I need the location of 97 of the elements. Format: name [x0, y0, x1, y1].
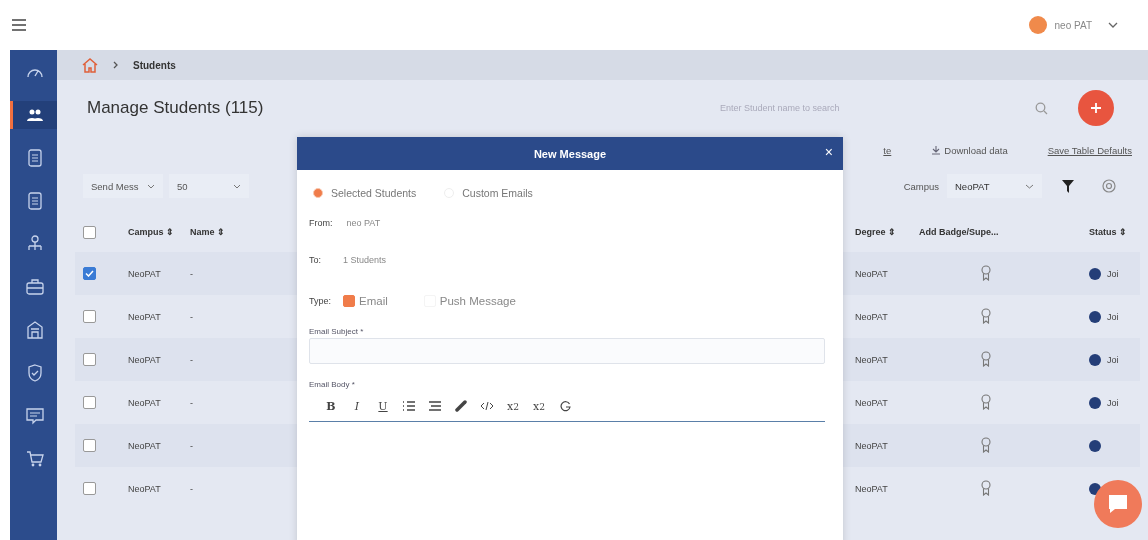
home-icon[interactable]: [81, 57, 99, 73]
building-icon: [26, 321, 44, 339]
campus-label: Campus: [903, 180, 939, 192]
cart-icon: [26, 450, 44, 468]
badge-icon[interactable]: [981, 479, 991, 496]
badge-icon[interactable]: [981, 350, 991, 367]
chevron-down-icon: [147, 183, 155, 189]
checkbox[interactable]: [83, 310, 96, 323]
table-cell: NeoPAT: [855, 311, 888, 322]
code-icon: [481, 402, 493, 410]
status-text: Joi: [1107, 268, 1119, 279]
checkbox[interactable]: [83, 482, 96, 495]
close-button[interactable]: ×: [822, 144, 835, 160]
table-cell: -: [190, 483, 193, 494]
numbered-list-icon: [403, 400, 415, 412]
chat-icon: [26, 407, 44, 425]
menu-icon[interactable]: [12, 19, 26, 31]
column-header[interactable]: Campus ⇕: [128, 227, 174, 237]
checkbox[interactable]: [83, 353, 96, 366]
type-checkbox[interactable]: Push Message: [423, 294, 516, 307]
download-icon[interactable]: [931, 145, 942, 155]
save-defaults-link[interactable]: Save Table Defaults: [1047, 144, 1132, 156]
status-text: Joi: [1107, 311, 1119, 322]
checkbox[interactable]: [83, 439, 96, 452]
table-cell: -: [190, 397, 193, 408]
document-icon: [28, 192, 42, 210]
subject-label: Email Subject *: [309, 327, 365, 336]
column-header[interactable]: Add Badge/Supe...: [919, 227, 999, 237]
chevron-right-icon: [113, 61, 119, 69]
checkbox[interactable]: [83, 225, 96, 239]
people-icon: [26, 108, 44, 122]
format-button[interactable]: B: [323, 397, 339, 415]
recipient-radio[interactable]: Selected Students: [313, 187, 417, 199]
add-button[interactable]: [1078, 90, 1114, 126]
table-cell: NeoPAT: [855, 397, 888, 408]
chevron-down-icon[interactable]: [1108, 22, 1118, 28]
column-header[interactable]: Name ⇕: [190, 227, 225, 237]
table-cell: -: [190, 268, 193, 279]
chevron-down-icon: [233, 183, 241, 189]
table-cell: NeoPAT: [128, 311, 161, 322]
table-cell: -: [190, 311, 193, 322]
settings-icon[interactable]: [1102, 179, 1116, 193]
from-value: neo PAT: [346, 217, 381, 228]
table-cell: NeoPAT: [128, 397, 161, 408]
link[interactable]: te: [883, 144, 892, 156]
table-cell: NeoPAT: [855, 354, 888, 365]
table-cell: NeoPAT: [855, 483, 888, 494]
format-button[interactable]: I: [349, 397, 365, 415]
from-label: From:: [309, 217, 333, 228]
type-label: Type:: [309, 295, 331, 306]
table-cell: NeoPAT: [128, 483, 161, 494]
chat-bubble-icon: [1107, 494, 1129, 514]
recipient-radio[interactable]: Custom Emails: [444, 187, 533, 199]
download-link[interactable]: Download data: [944, 144, 1008, 156]
bulk-action-select[interactable]: Send Mess: [83, 174, 163, 198]
plus-icon: [1090, 102, 1102, 114]
dialog-title: New Message: [533, 147, 607, 160]
badge-icon[interactable]: [981, 393, 991, 410]
column-header[interactable]: Degree ⇕: [855, 227, 897, 237]
table-cell: NeoPAT: [855, 440, 888, 451]
subject-field[interactable]: [309, 338, 825, 364]
to-value: 1 Students: [343, 254, 387, 265]
badge-icon[interactable]: [981, 264, 991, 281]
page-title: Manage Students (115): [87, 98, 264, 118]
table-cell: -: [190, 440, 193, 451]
align-icon: [429, 400, 441, 412]
briefcase-icon: [26, 279, 44, 295]
shield-icon: [27, 364, 43, 382]
status-text: Joi: [1107, 354, 1119, 365]
campus-select[interactable]: NeoPAT: [947, 174, 1042, 198]
page-size-select[interactable]: 50: [169, 174, 249, 198]
checkbox[interactable]: [83, 396, 96, 409]
hierarchy-icon: [26, 235, 44, 253]
column-header[interactable]: Status ⇕: [1089, 227, 1127, 237]
type-checkbox[interactable]: Email: [343, 294, 388, 307]
format-button[interactable]: U: [375, 397, 391, 415]
chevron-down-icon: [1025, 183, 1034, 189]
table-cell: -: [190, 354, 193, 365]
user-name[interactable]: neo PAT: [1054, 19, 1092, 31]
table-cell: NeoPAT: [128, 440, 161, 451]
body-label: Email Body *: [309, 380, 356, 389]
sidebar-item[interactable]: [10, 101, 57, 129]
to-label: To:: [309, 254, 322, 265]
breadcrumb-current: Students: [133, 59, 176, 71]
badge-icon[interactable]: [981, 307, 991, 324]
table-cell: NeoPAT: [128, 268, 161, 279]
document-icon: [28, 149, 42, 167]
avatar[interactable]: [1028, 16, 1047, 34]
table-cell: NeoPAT: [855, 268, 888, 279]
filter-icon[interactable]: [1062, 179, 1074, 193]
search-icon: [1035, 101, 1048, 115]
table-cell: NeoPAT: [128, 354, 161, 365]
format-button[interactable]: [453, 397, 469, 415]
clear-format-icon: [559, 400, 571, 412]
status-text: Joi: [1107, 397, 1119, 408]
badge-icon[interactable]: [981, 436, 991, 453]
checkbox[interactable]: [83, 267, 96, 280]
